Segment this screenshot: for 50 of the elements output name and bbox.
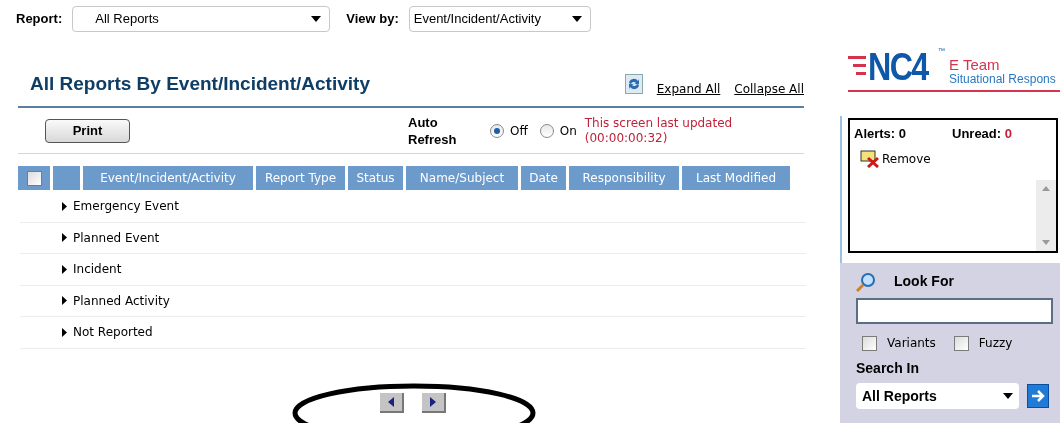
collapsed-triangle-icon[interactable] [62, 327, 67, 337]
arrow-right-icon [1031, 389, 1045, 403]
expand-all-link[interactable]: Expand All [656, 80, 721, 98]
print-button[interactable]: Print [45, 118, 130, 143]
radio-label: On [559, 122, 577, 140]
dropdown-caret-icon [1003, 393, 1013, 399]
collapsed-triangle-icon[interactable] [62, 296, 67, 306]
search-in-label: Search In [856, 359, 921, 378]
view-by-label: View by: [346, 10, 399, 29]
radio-label: Off [510, 122, 528, 140]
group-row-label[interactable]: Not Reported [73, 323, 153, 342]
search-icon [856, 271, 876, 292]
last-updated-text: This screen last updated [584, 115, 733, 131]
refresh-icon[interactable] [624, 74, 643, 94]
group-row-label[interactable]: Incident [73, 260, 122, 279]
next-page-button[interactable] [422, 392, 446, 413]
checkbox-label: Fuzzy [978, 335, 1013, 352]
radio-button[interactable] [490, 123, 504, 138]
group-row-label[interactable]: Emergency Event [73, 197, 179, 216]
collapsed-triangle-icon[interactable] [62, 201, 67, 211]
go-arrow-button[interactable] [1027, 384, 1049, 408]
table-header-cell [53, 166, 80, 190]
report-label: Report: [16, 10, 63, 29]
checkbox[interactable] [953, 335, 969, 351]
radio-button[interactable] [539, 123, 554, 138]
dropdown-caret-icon [571, 16, 582, 22]
select-all-checkbox[interactable] [26, 170, 42, 186]
look-for-field[interactable] [856, 298, 1053, 324]
collapsed-triangle-icon[interactable] [62, 233, 67, 243]
page-title: All Reports By Event/Incident/Activity [29, 71, 370, 96]
auto-refresh-label: Auto Refresh [408, 113, 458, 148]
remove-button[interactable]: Remove [882, 149, 931, 168]
remove-icon[interactable] [860, 149, 880, 168]
report-dropdown[interactable]: All Reports [72, 6, 331, 32]
checkbox[interactable] [862, 335, 877, 351]
unread-count: Unread: 0 [952, 125, 1012, 143]
collapsed-triangle-icon[interactable] [62, 264, 67, 274]
checkbox-label: Variants [887, 335, 936, 352]
search-in-dropdown[interactable]: All Reports [856, 383, 1019, 409]
group-row-label[interactable]: Planned Event [73, 228, 160, 247]
previous-page-button[interactable] [380, 392, 404, 413]
look-for-label: Look For [894, 272, 954, 291]
elapsed-time: (00:00:00:32) [584, 130, 669, 146]
view-by-dropdown[interactable]: Event/Incident/Activity [408, 6, 591, 32]
right-triangle-icon [430, 396, 436, 407]
group-row-label[interactable]: Planned Activity [73, 291, 170, 310]
collapse-all-link[interactable]: Collapse All [734, 80, 804, 98]
dropdown-caret-icon [311, 16, 322, 22]
alerts-count: Alerts: 0 [854, 125, 908, 143]
left-triangle-icon [388, 396, 394, 407]
